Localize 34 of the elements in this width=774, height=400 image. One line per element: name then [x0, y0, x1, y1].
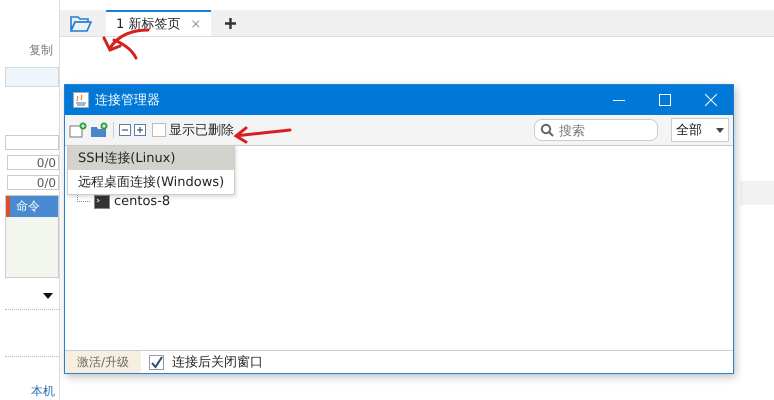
- close-icon[interactable]: [705, 94, 717, 106]
- tab[interactable]: 1 新标签页 ×: [106, 10, 212, 36]
- dropdown-caret-icon[interactable]: [43, 293, 53, 300]
- dotted-rows: [5, 309, 59, 358]
- tree-item[interactable]: centos-8: [114, 194, 170, 209]
- dropdown-caret-icon: [716, 128, 724, 132]
- menu-item[interactable]: 远程桌面连接(Windows): [68, 170, 234, 194]
- checkbox-label: 连接后关闭窗口: [172, 354, 264, 371]
- add-tab-icon[interactable]: [225, 18, 236, 28]
- checkbox[interactable]: [152, 123, 166, 137]
- list-item[interactable]: 命令: [6, 196, 58, 218]
- counter-field: 0/0: [7, 155, 59, 170]
- maximize-icon[interactable]: [659, 94, 671, 106]
- expand-icon[interactable]: [134, 124, 146, 136]
- checkbox[interactable]: [149, 354, 164, 370]
- new-folder-icon[interactable]: [90, 122, 108, 138]
- checkbox-label: 显示已删除: [169, 122, 234, 139]
- input-field[interactable]: [5, 135, 59, 150]
- filter-dropdown[interactable]: 全部: [671, 118, 729, 142]
- local-label[interactable]: 本机: [31, 357, 59, 400]
- search-icon: [540, 123, 554, 137]
- menu-item[interactable]: SSH连接(Linux): [68, 146, 234, 170]
- window-title: 连接管理器: [95, 92, 160, 109]
- search-field[interactable]: 搜索: [534, 119, 658, 141]
- app-icon: [73, 92, 89, 108]
- copy-label[interactable]: 复制: [29, 42, 59, 59]
- terminal-icon: [94, 194, 110, 208]
- collapse-icon[interactable]: [119, 124, 131, 136]
- annotation-arrow: [232, 124, 292, 146]
- new-file-icon[interactable]: [69, 122, 87, 138]
- folder-icon[interactable]: [70, 14, 92, 32]
- activate-button[interactable]: 激活/升级: [65, 351, 142, 373]
- counter-field: 0/0: [7, 175, 59, 190]
- input-field[interactable]: [5, 67, 59, 88]
